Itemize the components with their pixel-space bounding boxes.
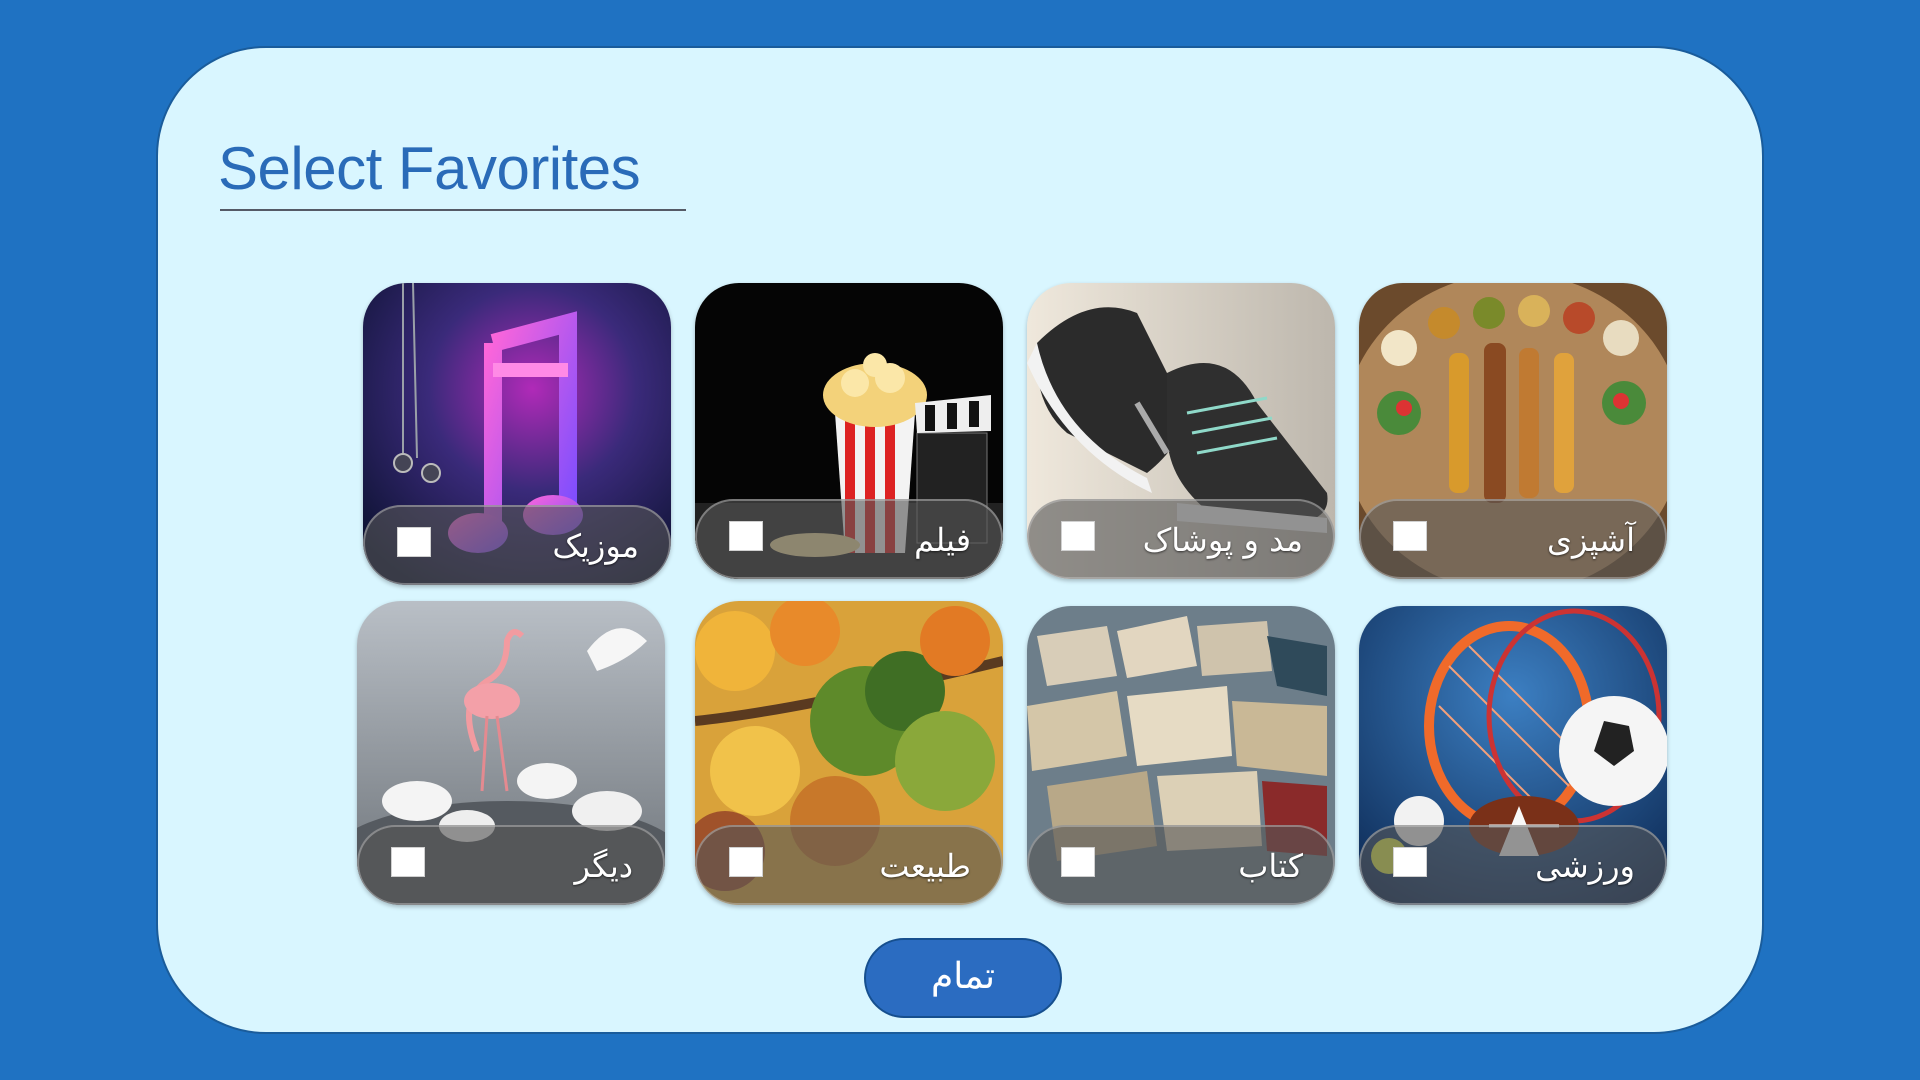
- card-label: فیلم: [914, 521, 971, 559]
- favorite-checkbox[interactable]: [397, 527, 431, 557]
- card-caption-bar: فیلم: [695, 499, 1003, 579]
- card-nature[interactable]: طبیعت: [695, 601, 1003, 905]
- favorite-checkbox[interactable]: [729, 847, 763, 877]
- card-label: دیگر: [574, 847, 633, 885]
- card-caption-bar: آشپزی: [1359, 499, 1667, 579]
- card-caption-bar: دیگر: [357, 825, 665, 905]
- card-music[interactable]: موزیک: [363, 283, 671, 585]
- card-label: موزیک: [552, 527, 639, 565]
- card-label: مد و پوشاک: [1142, 521, 1303, 559]
- favorite-checkbox[interactable]: [1061, 521, 1095, 551]
- card-film[interactable]: فیلم: [695, 283, 1003, 579]
- card-label: ورزشی: [1535, 847, 1635, 885]
- favorite-checkbox[interactable]: [1393, 847, 1427, 877]
- card-label: کتاب: [1238, 847, 1303, 885]
- card-books[interactable]: کتاب: [1027, 606, 1335, 905]
- title-underline: [220, 209, 686, 211]
- card-caption-bar: مد و پوشاک: [1027, 499, 1335, 579]
- card-other[interactable]: دیگر: [357, 601, 665, 905]
- page-title: Select Favorites: [218, 135, 641, 202]
- card-sports[interactable]: ورزشی: [1359, 606, 1667, 905]
- card-caption-bar: طبیعت: [695, 825, 1003, 905]
- favorite-checkbox[interactable]: [1393, 521, 1427, 551]
- card-caption-bar: موزیک: [363, 505, 671, 585]
- card-caption-bar: کتاب: [1027, 825, 1335, 905]
- favorite-checkbox[interactable]: [1061, 847, 1095, 877]
- favorite-checkbox[interactable]: [391, 847, 425, 877]
- card-fashion[interactable]: مد و پوشاک: [1027, 283, 1335, 579]
- card-caption-bar: ورزشی: [1359, 825, 1667, 905]
- card-cooking[interactable]: آشپزی: [1359, 283, 1667, 579]
- done-button[interactable]: تمام: [864, 938, 1062, 1018]
- favorite-checkbox[interactable]: [729, 521, 763, 551]
- card-label: آشپزی: [1546, 521, 1635, 559]
- card-label: طبیعت: [879, 847, 971, 885]
